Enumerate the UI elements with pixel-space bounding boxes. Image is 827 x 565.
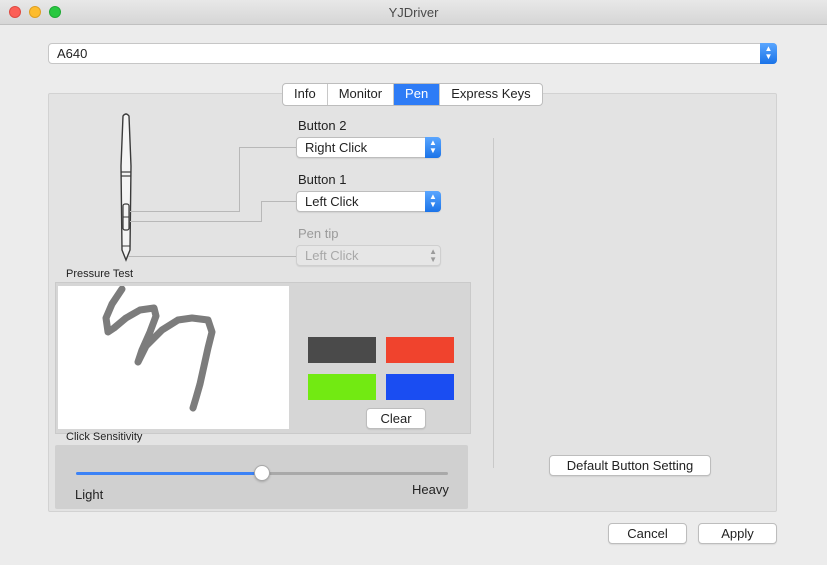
device-select[interactable]: A640 ▲ ▼ — [48, 43, 777, 64]
pen-tip-label: Pen tip — [298, 226, 339, 241]
window-title: YJDriver — [388, 5, 439, 20]
button1-leader-line — [261, 201, 262, 222]
pen-illustration-icon — [120, 113, 132, 262]
button2-label: Button 2 — [298, 118, 347, 133]
color-swatch-gray[interactable] — [308, 337, 376, 363]
button1-select[interactable]: Left Click ▲ ▼ — [296, 191, 441, 212]
pen-stroke-drawing — [102, 285, 216, 412]
button2-leader-line — [239, 147, 296, 148]
tab-bar: Info Monitor Pen Express Keys — [282, 83, 543, 106]
clear-button[interactable]: Clear — [366, 408, 426, 429]
button1-leader-line — [130, 221, 262, 222]
tab-pen[interactable]: Pen — [394, 84, 441, 105]
device-select-value: A640 — [57, 46, 88, 61]
button2-leader-line — [239, 147, 240, 212]
button1-label: Button 1 — [298, 172, 347, 187]
button2-select[interactable]: Right Click ▲ ▼ — [296, 137, 441, 158]
section-divider — [493, 138, 494, 468]
slider-track — [262, 472, 448, 475]
pen-tip-select: Left Click ▲ ▼ — [296, 245, 441, 266]
apply-button[interactable]: Apply — [698, 523, 777, 544]
slider-min-label: Light — [75, 487, 104, 502]
button2-select-value: Right Click — [305, 140, 368, 155]
button1-select-value: Left Click — [305, 194, 359, 209]
chevron-updown-icon: ▲ ▼ — [760, 43, 777, 64]
color-swatch-red[interactable] — [386, 337, 454, 363]
cancel-button[interactable]: Cancel — [608, 523, 687, 544]
click-sensitivity-label: Click Sensitivity — [66, 431, 143, 443]
tab-info[interactable]: Info — [283, 84, 328, 105]
pen-tip-leader-line — [128, 256, 296, 257]
tab-monitor[interactable]: Monitor — [328, 84, 395, 105]
slider-track-filled — [76, 472, 262, 475]
drawing-canvas[interactable] — [58, 285, 289, 429]
default-button-setting-button[interactable]: Default Button Setting — [549, 455, 711, 476]
title-bar: YJDriver — [0, 0, 827, 25]
chevron-updown-icon: ▲ ▼ — [425, 137, 441, 158]
pressure-test-label: Pressure Test — [66, 268, 134, 280]
button2-leader-line — [130, 211, 240, 212]
tab-express-keys[interactable]: Express Keys — [440, 84, 541, 105]
chevron-updown-icon: ▲ ▼ — [425, 191, 441, 212]
color-swatch-green[interactable] — [308, 374, 376, 400]
pen-tip-select-value: Left Click — [305, 248, 359, 263]
color-swatch-blue[interactable] — [386, 374, 454, 400]
button1-leader-line — [261, 201, 296, 202]
slider-max-label: Heavy — [412, 482, 449, 497]
sensitivity-slider-knob[interactable] — [254, 465, 270, 481]
chevron-updown-icon: ▲ ▼ — [429, 247, 437, 264]
